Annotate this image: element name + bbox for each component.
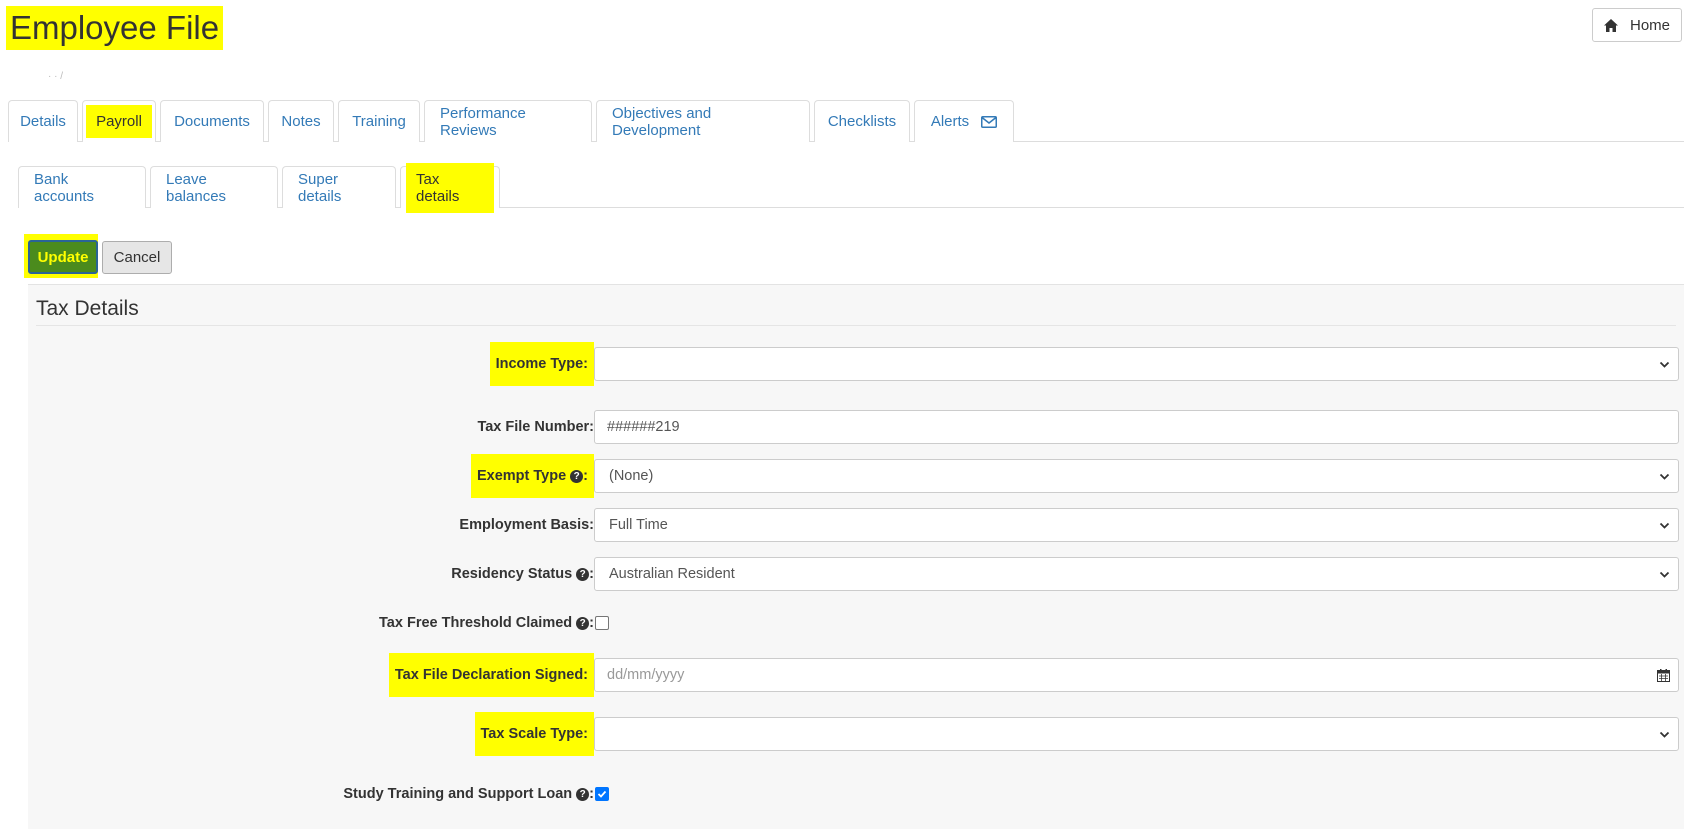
- tab-payroll[interactable]: Payroll: [82, 100, 156, 142]
- envelope-icon: [981, 115, 998, 128]
- tab-notes[interactable]: Notes: [268, 100, 334, 142]
- tab-bank-accounts[interactable]: Bank accounts: [18, 166, 146, 208]
- question-circle-icon[interactable]: ?: [576, 787, 590, 801]
- tax-file-number-input[interactable]: ######219: [594, 410, 1679, 444]
- exempt-type-row: Exempt Type ? : (None): [28, 454, 1684, 498]
- tab-training[interactable]: Training: [338, 100, 420, 142]
- exempt-type-label: Exempt Type ? :: [470, 454, 594, 498]
- tax-free-threshold-checkbox[interactable]: [595, 616, 609, 630]
- tab-objectives-and-development[interactable]: Objectives and Development: [596, 100, 810, 142]
- employment-basis-label: Employment Basis:: [459, 517, 594, 533]
- tax-file-declaration-label: Tax File Declaration Signed:: [388, 653, 594, 697]
- page-title: Employee File: [6, 6, 224, 50]
- residency-status-label-text: Residency Status: [451, 566, 573, 582]
- stsl-row: Study Training and Support Loan ? :: [28, 777, 1684, 811]
- tab-label: Tax details: [406, 162, 494, 213]
- tab-leave-balances[interactable]: Leave balances: [150, 166, 278, 208]
- tax-file-number-label: Tax File Number:: [477, 419, 594, 435]
- tax-file-number-value: ######219: [607, 419, 680, 435]
- stsl-checkbox[interactable]: [595, 787, 609, 801]
- chevron-down-icon: [1659, 522, 1670, 529]
- tab-documents[interactable]: Documents: [160, 100, 264, 142]
- label-colon: :: [583, 468, 588, 484]
- chevron-down-icon: [1659, 731, 1670, 738]
- update-button[interactable]: Update: [28, 240, 98, 274]
- question-circle-icon[interactable]: ?: [570, 469, 584, 483]
- exempt-type-value: (None): [609, 468, 654, 484]
- chevron-down-icon: [1659, 473, 1670, 480]
- tab-super-details[interactable]: Super details: [282, 166, 396, 208]
- residency-status-select[interactable]: Australian Resident: [594, 557, 1679, 591]
- tab-label: Alerts: [930, 113, 970, 130]
- tab-label: Super details: [298, 170, 342, 205]
- sub-tab-bar: Bank accounts Leave balances Super detai…: [18, 162, 1684, 213]
- stub-text: · · /: [48, 71, 63, 82]
- exempt-type-label-text: Exempt Type: [476, 468, 567, 484]
- tab-details[interactable]: Details: [8, 100, 78, 142]
- income-type-row: Income Type:: [28, 342, 1684, 386]
- tax-file-declaration-row: Tax File Declaration Signed: dd/mm/yyyy: [28, 653, 1684, 697]
- employment-basis-select[interactable]: Full Time: [594, 508, 1679, 542]
- tab-label: Details: [20, 113, 66, 130]
- residency-status-row: Residency Status ? : Australian Resident: [28, 557, 1684, 591]
- panel-title: Tax Details: [36, 297, 1676, 326]
- tab-label: Leave balances: [166, 170, 227, 205]
- residency-status-label: Residency Status ? :: [451, 557, 594, 591]
- tab-checklists[interactable]: Checklists: [814, 100, 910, 142]
- tax-details-panel: Tax Details Income Type: Tax File Number…: [28, 284, 1684, 829]
- date-placeholder: dd/mm/yyyy: [607, 667, 685, 683]
- home-label: Home: [1629, 16, 1670, 34]
- home-button[interactable]: Home: [1592, 8, 1682, 42]
- tax-free-threshold-label-text: Tax Free Threshold Claimed: [379, 615, 573, 631]
- checkmark-icon: [597, 790, 607, 798]
- tax-scale-type-row: Tax Scale Type:: [28, 712, 1684, 756]
- cancel-button[interactable]: Cancel: [102, 241, 172, 274]
- home-icon: [1603, 18, 1618, 32]
- tax-free-threshold-label: Tax Free Threshold Claimed ? :: [379, 606, 594, 640]
- employment-basis-row: Employment Basis: Full Time: [28, 508, 1684, 542]
- question-circle-icon[interactable]: ?: [576, 567, 590, 581]
- tab-label: Notes: [281, 113, 321, 130]
- tab-label: Performance Reviews: [440, 104, 526, 139]
- income-type-select[interactable]: [594, 347, 1679, 381]
- residency-status-value: Australian Resident: [609, 566, 735, 582]
- tab-label: Payroll: [86, 105, 152, 138]
- tab-label: Bank accounts: [34, 170, 95, 205]
- main-tab-bar: Details Payroll Documents Notes Training…: [8, 100, 1684, 142]
- tax-free-threshold-row: Tax Free Threshold Claimed ? :: [28, 606, 1684, 640]
- exempt-type-select[interactable]: (None): [594, 459, 1679, 493]
- tax-scale-type-label: Tax Scale Type:: [474, 712, 594, 756]
- label-colon: :: [589, 786, 594, 802]
- calendar-icon[interactable]: [1657, 669, 1670, 682]
- tax-file-declaration-date-input[interactable]: dd/mm/yyyy: [594, 658, 1679, 692]
- income-type-label: Income Type:: [489, 342, 594, 386]
- tab-alerts[interactable]: Alerts: [914, 100, 1014, 142]
- tab-label: Objectives and Development: [612, 104, 712, 139]
- employment-basis-value: Full Time: [609, 517, 668, 533]
- question-circle-icon[interactable]: ?: [576, 616, 590, 630]
- label-colon: :: [589, 615, 594, 631]
- tab-label: Documents: [174, 113, 250, 130]
- chevron-down-icon: [1659, 361, 1670, 368]
- stsl-label: Study Training and Support Loan ? :: [343, 777, 594, 811]
- tab-label: Training: [352, 113, 406, 130]
- tab-performance-reviews[interactable]: Performance Reviews: [424, 100, 592, 142]
- chevron-down-icon: [1659, 571, 1670, 578]
- stsl-label-text: Study Training and Support Loan: [343, 786, 573, 802]
- tax-file-number-row: Tax File Number: ######219: [28, 410, 1684, 444]
- tab-tax-details[interactable]: Tax details: [400, 162, 500, 213]
- tax-scale-type-select[interactable]: [594, 717, 1679, 751]
- tab-label: Checklists: [827, 113, 897, 130]
